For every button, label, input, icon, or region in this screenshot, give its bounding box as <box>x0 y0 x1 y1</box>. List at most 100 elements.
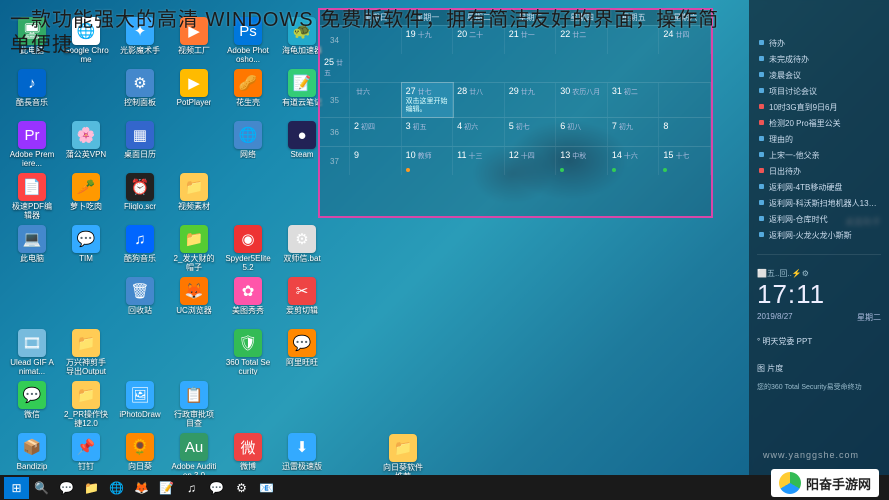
desktop-icon[interactable]: 🦊UC浏览器 <box>170 275 218 323</box>
desktop-icon[interactable]: 💬TIM <box>62 223 110 271</box>
desktop-icon[interactable]: 🗑回收站 <box>116 275 164 323</box>
desktop-icon[interactable]: 🛡360 Total Security <box>224 327 272 375</box>
desktop-icon[interactable]: ◉Spyder5Elite 5.2 <box>224 223 272 271</box>
desktop-icon[interactable]: 🥕萝卜吃肉 <box>62 171 110 219</box>
calendar-cell[interactable]: 8 <box>659 118 711 146</box>
start-button[interactable]: ⊞ <box>4 477 29 499</box>
desktop-icon[interactable]: ♫酷狗音乐 <box>116 223 164 271</box>
taskbar-app[interactable]: ⚙ <box>229 477 254 499</box>
sidebar-item[interactable]: 日出待办 <box>757 164 881 180</box>
sidebar-item[interactable]: 项目讨论会议 <box>757 84 881 100</box>
icon-label: 向日葵 <box>128 462 152 471</box>
taskbar-app[interactable]: 📧 <box>254 477 279 499</box>
desktop-icon[interactable]: 🎞Ulead GIF Animat... <box>8 327 56 375</box>
desktop-icon[interactable]: 🌻向日葵 <box>116 431 164 479</box>
sidebar-reminder-1[interactable]: ° 明天党委 PPT <box>757 333 881 350</box>
desktop-icon[interactable]: 微微博 <box>224 431 272 479</box>
sidebar-item[interactable]: 返利网-仓库时代 <box>757 212 881 228</box>
calendar-cell[interactable]: 廿六 <box>350 83 402 117</box>
sidebar-panel[interactable]: 待办未完成待办凌晨会议项目讨论会议10时3G直到9日6月检测20 Pro福里公关… <box>749 0 889 475</box>
calendar-cell[interactable]: 7初九 <box>608 118 660 146</box>
desktop-icon[interactable]: 📌钉钉 <box>62 431 110 479</box>
icon-label: 爱剪切辑 <box>286 306 318 315</box>
taskbar-app[interactable]: 💬 <box>54 477 79 499</box>
calendar-cell[interactable]: 10教师 <box>402 147 454 175</box>
taskbar-app[interactable]: 🔍 <box>29 477 54 499</box>
sidebar-item[interactable]: 待办 <box>757 36 881 52</box>
desktop-icon[interactable]: ⚙双师信.bat <box>278 223 326 271</box>
sidebar-item[interactable]: 返利网-4TB移动硬盘 <box>757 180 881 196</box>
calendar-cell[interactable]: 2初四 <box>350 118 402 146</box>
icon-label: 迅雷极速版 <box>282 462 322 471</box>
desktop-icon[interactable]: ⬇迅雷极速版 <box>278 431 326 479</box>
taskbar-app[interactable]: ♫ <box>179 477 204 499</box>
calendar-cell[interactable]: 31初二 <box>608 83 660 117</box>
calendar-cell[interactable] <box>659 83 711 117</box>
sidebar-item[interactable]: 返利网-火龙火龙小斯斯 <box>757 228 881 244</box>
taskbar-app[interactable]: 📁 <box>79 477 104 499</box>
calendar-cell[interactable]: 14十六 <box>608 147 660 175</box>
desktop-icon[interactable]: 📁视频素材 <box>170 171 218 219</box>
desktop-icon[interactable]: 📋行政审批项目查 <box>170 379 218 427</box>
calendar-body: 3419十九20二十21廿一22廿二24廿四25廿五35廿六27廿七双击这里开始… <box>320 25 711 175</box>
sidebar-item[interactable]: 返利网-科沃斯扫地机器人13188847226 <box>757 196 881 212</box>
sidebar-item[interactable]: 检测20 Pro福里公关 <box>757 116 881 132</box>
desktop-icon[interactable]: AuAdobe Audition 3.0 <box>170 431 218 479</box>
taskbar-app[interactable]: 💬 <box>204 477 229 499</box>
calendar-cell[interactable]: 5初七 <box>505 118 557 146</box>
calendar-cell[interactable]: 9 <box>350 147 402 175</box>
desktop-icon[interactable]: ♪酷長音乐 <box>8 67 56 115</box>
desktop-icon[interactable]: 🖼iPhotoDraw <box>116 379 164 427</box>
calendar-cell[interactable]: 28廿八 <box>453 83 505 117</box>
desktop-icon[interactable]: ▶PotPlayer <box>170 67 218 115</box>
sidebar-item[interactable]: 凌晨会议 <box>757 68 881 84</box>
app-icon: 📁 <box>180 173 208 201</box>
calendar-cell[interactable]: 4初六 <box>453 118 505 146</box>
calendar-cell[interactable]: 27廿七双击这里开始编辑。 <box>402 83 454 117</box>
desktop-icon[interactable]: 📁万兴神剪手导出Output <box>62 327 110 375</box>
app-icon: 🌻 <box>126 433 154 461</box>
taskbar[interactable]: ⊞🔍💬📁🌐🦊📝♫💬⚙📧 ▲ 📶 🔊 英 <box>0 475 889 500</box>
sidebar-item[interactable]: 未完成待办 <box>757 52 881 68</box>
calendar-cell[interactable]: 3初五 <box>402 118 454 146</box>
desktop-icon[interactable]: ✿美图秀秀 <box>224 275 272 323</box>
desktop-icon[interactable]: 📁2_PR操作快捷12.0 <box>62 379 110 427</box>
desktop-icon[interactable]: PrAdobe Premiere... <box>8 119 56 167</box>
sidebar-item[interactable]: 上宋一-他父亲 <box>757 148 881 164</box>
sidebar-item[interactable]: 10时3G直到9日6月 <box>757 100 881 116</box>
desktop-icon[interactable]: 📁2_发大财的帽子 <box>170 223 218 271</box>
calendar-cell[interactable]: 13中秋 <box>556 147 608 175</box>
icon-label: 阿里旺旺 <box>286 358 318 367</box>
desktop-icon[interactable]: 📦Bandizip <box>8 431 56 479</box>
calendar-cell[interactable]: 29廿九 <box>505 83 557 117</box>
desktop-icon[interactable]: 🌐网络 <box>224 119 272 167</box>
taskbar-app[interactable]: 🌐 <box>104 477 129 499</box>
desktop-icon[interactable]: 🌸蒲公英VPN <box>62 119 110 167</box>
calendar-cell[interactable]: 11十三 <box>453 147 505 175</box>
calendar-cell[interactable]: 30农历八月 <box>556 83 608 117</box>
desktop-icon[interactable]: 🥜花生壳 <box>224 67 272 115</box>
sidebar-reminder-2[interactable]: 图 片度 <box>757 360 881 377</box>
taskbar-app[interactable]: 🦊 <box>129 477 154 499</box>
desktop-icon[interactable]: 💻此电脑 <box>8 223 56 271</box>
icon-label: 此电脑 <box>20 254 44 263</box>
taskbar-app[interactable]: 📝 <box>154 477 179 499</box>
icon-label: 酷狗音乐 <box>124 254 156 263</box>
app-icon: ⏰ <box>126 173 154 201</box>
desktop-icon[interactable]: ⏰Fliqlo.scr <box>116 171 164 219</box>
calendar-cell[interactable]: 25廿五 <box>320 54 350 82</box>
desktop-icon[interactable]: ▦桌面日历 <box>116 119 164 167</box>
calendar-cell[interactable]: 12十四 <box>505 147 557 175</box>
app-icon: 💻 <box>18 225 46 253</box>
sidebar-item[interactable]: 理由的 <box>757 132 881 148</box>
desktop-icon[interactable]: 💬阿里旺旺 <box>278 327 326 375</box>
calendar-cell[interactable]: 6初八 <box>556 118 608 146</box>
desktop-icon[interactable]: ✂爱剪切辑 <box>278 275 326 323</box>
calendar-cell[interactable]: 15十七 <box>659 147 711 175</box>
desktop-icon[interactable]: 📄极速PDF编辑器 <box>8 171 56 219</box>
desktop-icon[interactable]: ⚙控制面板 <box>116 67 164 115</box>
desktop-icon[interactable]: 💬微信 <box>8 379 56 427</box>
desktop-icon[interactable]: 📁向日葵软件推荐 <box>380 432 426 481</box>
folder-icon: 📁 <box>389 434 417 462</box>
desktop-calendar-widget[interactable]: 星期日星期一星期二星期三星期四星期五星期六 3419十九20二十21廿一22廿二… <box>318 8 713 218</box>
